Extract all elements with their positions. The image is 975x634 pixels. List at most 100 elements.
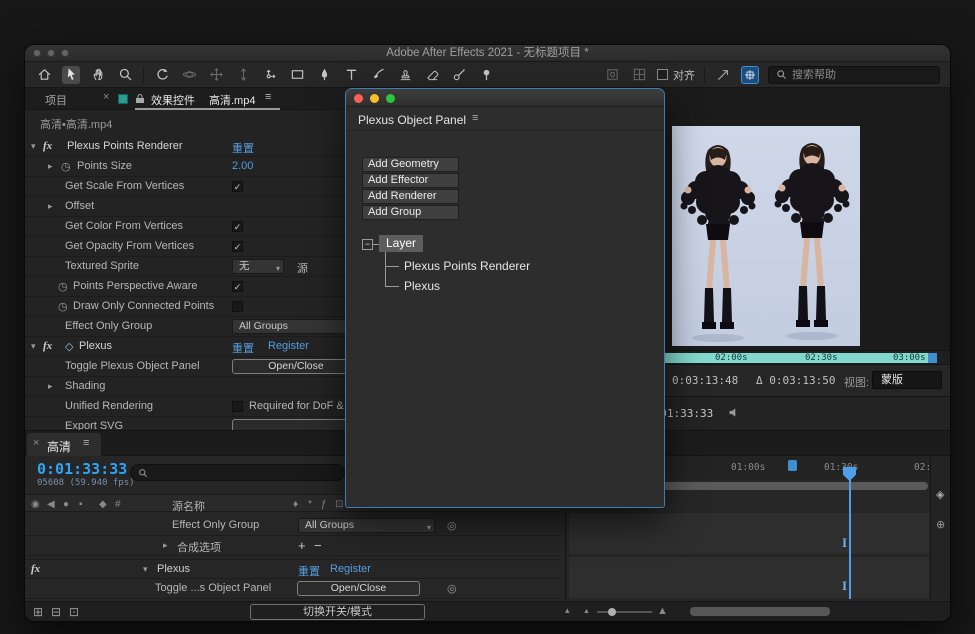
panel-menu-icon[interactable]: ≡	[83, 437, 89, 449]
expand-inout-icon[interactable]: ⊡	[69, 605, 79, 619]
view-dropdown[interactable]: 蒙版	[872, 371, 942, 389]
track-area[interactable]: I I	[565, 512, 930, 599]
layer-bar[interactable]	[569, 557, 929, 598]
property-value[interactable]: 2.00	[232, 160, 253, 172]
effect-row[interactable]: fx ▾ Plexus 重置 Register	[25, 559, 560, 579]
disclosure-icon[interactable]: ▸	[48, 381, 53, 392]
close-panel-icon[interactable]: ×	[103, 91, 109, 103]
grid-guides-icon[interactable]	[630, 66, 648, 84]
home-icon[interactable]	[35, 66, 53, 84]
workspace-expand-icon[interactable]	[714, 66, 732, 84]
layer-select-dropdown[interactable]: 无▾	[232, 259, 284, 274]
eraser-tool-button[interactable]	[423, 66, 441, 84]
disclosure-icon[interactable]: ▾	[31, 341, 36, 352]
lock-icon[interactable]	[135, 93, 145, 104]
collapse-tree-icon[interactable]: −	[362, 239, 373, 250]
fx-icon[interactable]: fx	[31, 563, 40, 575]
help-search-input[interactable]	[792, 69, 932, 81]
disclosure-icon[interactable]: ▸	[48, 161, 53, 172]
zoom-in-mountain-icon[interactable]: ▲	[657, 605, 668, 617]
reset-link[interactable]: 重置	[232, 140, 254, 156]
current-timecode[interactable]: 0:01:33:33	[37, 460, 127, 478]
checkbox-unchecked[interactable]	[232, 301, 243, 312]
audio-icon[interactable]	[728, 406, 741, 419]
remove-icon[interactable]: −	[314, 538, 322, 553]
stopwatch-icon[interactable]: ◷	[61, 160, 71, 173]
panel-titlebar[interactable]	[346, 89, 664, 107]
zoom-out-mountain-icon[interactable]: ▲	[583, 608, 590, 615]
pickwhip-icon[interactable]: ◎	[447, 519, 457, 532]
add-effector-button[interactable]: Add Effector	[362, 173, 459, 188]
group-select-dropdown[interactable]: All Groups▾	[298, 518, 435, 533]
switches-column-icon[interactable]: ♦	[293, 499, 298, 510]
timeline-search-box[interactable]	[130, 464, 345, 481]
panel-menu-icon[interactable]: ≡	[265, 91, 271, 103]
horizontal-scrollbar[interactable]	[690, 607, 830, 616]
rotate-tool-button[interactable]	[153, 66, 171, 84]
checkbox-checked[interactable]: ✓	[232, 221, 243, 232]
disclosure-icon[interactable]: ▾	[31, 141, 36, 152]
property-row[interactable]: Effect Only Group All Groups▾ ◎	[25, 516, 560, 536]
disclosure-icon[interactable]: ▸	[163, 540, 168, 551]
number-column-icon[interactable]: #	[115, 499, 121, 510]
tree-item-renderer[interactable]: Plexus Points Renderer	[404, 259, 530, 273]
pen-tool-button[interactable]	[315, 66, 333, 84]
selection-tool-button[interactable]	[62, 66, 80, 84]
brush-tool-button[interactable]	[369, 66, 387, 84]
register-link[interactable]: Register	[268, 340, 309, 352]
zoom-slider-thumb[interactable]	[608, 608, 616, 616]
mask-visibility-icon[interactable]	[603, 66, 621, 84]
checkbox-checked[interactable]: ✓	[232, 281, 243, 292]
open-close-button[interactable]: Open/Close	[297, 581, 420, 596]
composition-viewport[interactable]	[672, 126, 860, 346]
graph-editor-icon[interactable]: ⊕	[936, 518, 945, 531]
add-group-button[interactable]: Add Group	[362, 205, 459, 220]
tab-project[interactable]: 项目	[45, 92, 67, 108]
label-column-icon[interactable]: ◆	[99, 499, 107, 510]
dolly-camera-tool-button[interactable]	[234, 66, 252, 84]
quality-column-icon[interactable]: ⊡	[335, 499, 343, 510]
expand-transfer-controls-icon[interactable]: ⊟	[51, 605, 61, 619]
stopwatch-icon[interactable]: ◷	[58, 280, 68, 293]
stopwatch-icon[interactable]: ◷	[58, 300, 68, 313]
add-geometry-button[interactable]: Add Geometry	[362, 157, 459, 172]
pan-camera-tool-button[interactable]	[207, 66, 225, 84]
add-icon[interactable]: +	[298, 538, 306, 553]
pan-behind-tool-button[interactable]	[261, 66, 279, 84]
comp-tab-label[interactable]: 高清	[47, 438, 71, 455]
disclosure-icon[interactable]: ▸	[48, 201, 53, 212]
time-indicator-cap[interactable]	[928, 353, 937, 363]
pickwhip-icon[interactable]: ◎	[447, 582, 457, 595]
snap-3d-icon[interactable]	[741, 66, 759, 84]
motionblur-column-icon[interactable]: *	[308, 499, 312, 510]
lock-column-icon[interactable]: ▪	[79, 499, 83, 510]
tab-effect-controls[interactable]: 效果控件	[151, 92, 195, 108]
comp-tab[interactable]: × 高清 ≡	[27, 433, 101, 456]
checkbox-unchecked[interactable]	[232, 401, 243, 412]
source-name-column[interactable]: 源名称	[172, 498, 205, 514]
zoom-window-button[interactable]	[386, 94, 395, 103]
rectangle-tool-button[interactable]	[288, 66, 306, 84]
layer-bar[interactable]	[569, 513, 929, 555]
minimize-window-button[interactable]	[370, 94, 379, 103]
solo-column-icon[interactable]: ●	[63, 499, 69, 510]
video-column-icon[interactable]: ◉	[31, 499, 40, 510]
effects-column-icon[interactable]: ƒ	[321, 499, 327, 510]
comp-marker-bin-icon[interactable]: ◈	[936, 488, 944, 501]
text-tool-button[interactable]	[342, 66, 360, 84]
toggle-switches-modes-button[interactable]: 切换开关/模式	[250, 604, 425, 620]
checkbox-checked[interactable]: ✓	[232, 241, 243, 252]
roto-brush-tool-button[interactable]	[450, 66, 468, 84]
hand-tool-button[interactable]	[89, 66, 107, 84]
comp-marker[interactable]	[788, 460, 797, 471]
fx-icon[interactable]: fx	[43, 340, 52, 352]
puppet-pin-tool-button[interactable]	[477, 66, 495, 84]
tab-effect-controls-file[interactable]: 高清.mp4	[209, 92, 255, 108]
register-link[interactable]: Register	[330, 563, 371, 575]
tree-item-plexus[interactable]: Plexus	[404, 279, 440, 293]
scroll-up-icon[interactable]: ▴	[565, 605, 570, 616]
close-tab-icon[interactable]: ×	[33, 437, 39, 449]
reset-link[interactable]: 重置	[232, 340, 254, 356]
open-close-button[interactable]: Open/Close	[232, 359, 360, 374]
zoom-tool-button[interactable]	[116, 66, 134, 84]
